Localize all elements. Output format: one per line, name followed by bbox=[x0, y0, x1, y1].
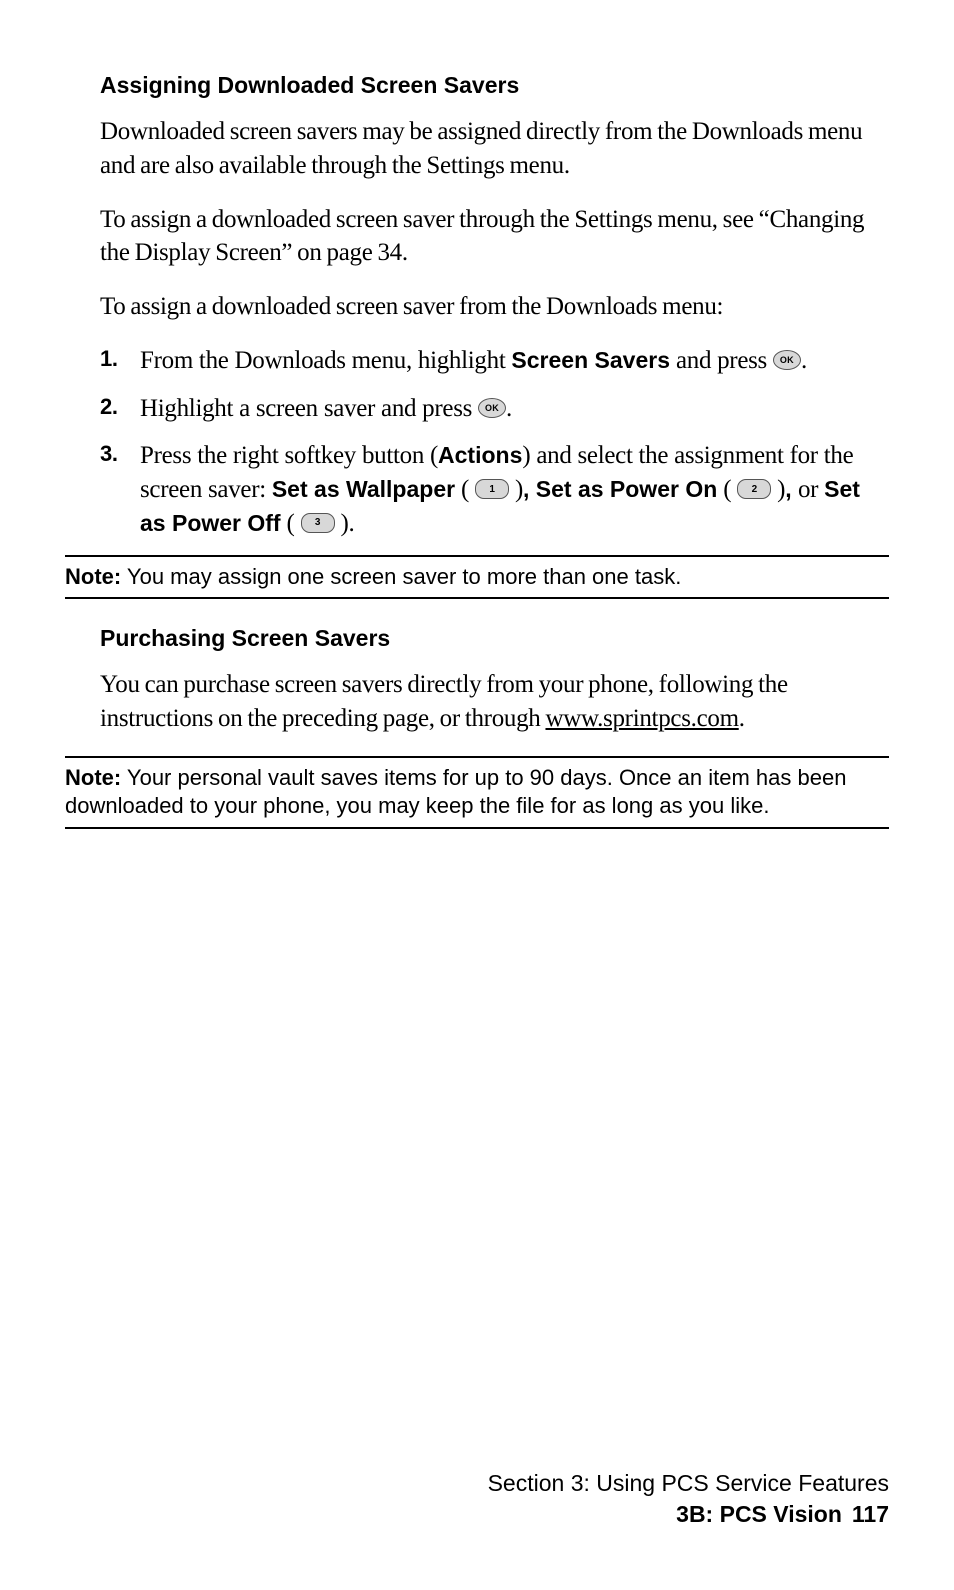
punct: , bbox=[523, 476, 536, 502]
page-number: 117 bbox=[852, 1501, 889, 1527]
step-text: . bbox=[349, 510, 355, 537]
punct: , bbox=[785, 476, 798, 502]
step-text: Press the right softkey button ( bbox=[140, 442, 438, 469]
step-text: ) bbox=[509, 476, 523, 503]
menu-item: Screen Savers bbox=[511, 347, 670, 373]
note-label: Note: bbox=[65, 564, 121, 589]
paragraph: Downloaded screen savers may be assigned… bbox=[100, 115, 889, 183]
note-text: You may assign one screen saver to more … bbox=[121, 564, 681, 589]
step-text: ( bbox=[717, 476, 737, 503]
step-3: 3. Press the right softkey button (Actio… bbox=[100, 439, 889, 540]
paragraph: You can purchase screen savers directly … bbox=[100, 668, 889, 736]
paragraph: To assign a downloaded screen saver from… bbox=[100, 290, 889, 324]
step-text: From the Downloads menu, highlight bbox=[140, 347, 511, 374]
heading-assigning: Assigning Downloaded Screen Savers bbox=[100, 70, 889, 101]
content: Assigning Downloaded Screen Savers Downl… bbox=[65, 70, 889, 829]
step-2: 2. Highlight a screen saver and press OK… bbox=[100, 392, 889, 426]
paragraph-text: . bbox=[739, 705, 745, 732]
option-label: Set as Power On bbox=[536, 476, 718, 502]
ok-key-icon: OK bbox=[478, 398, 506, 418]
ok-key-icon: OK bbox=[773, 350, 801, 370]
softkey-label: Actions bbox=[438, 442, 522, 468]
step-number: 3. bbox=[100, 439, 118, 469]
num-1-key-icon: 1 bbox=[475, 479, 509, 499]
footer-subsection: 3B: PCS Vision 117 bbox=[488, 1499, 889, 1530]
step-1: 1. From the Downloads menu, highlight Sc… bbox=[100, 344, 889, 378]
num-2-key-icon: 2 bbox=[737, 479, 771, 499]
step-text: Highlight a screen saver and press bbox=[140, 395, 478, 422]
step-text: ( bbox=[281, 510, 301, 537]
note-box: Note: You may assign one screen saver to… bbox=[65, 555, 889, 600]
page: Assigning Downloaded Screen Savers Downl… bbox=[0, 0, 954, 1590]
step-text: or bbox=[798, 476, 824, 503]
num-3-key-icon: 3 bbox=[301, 513, 335, 533]
step-text: ( bbox=[455, 476, 475, 503]
steps-list: 1. From the Downloads menu, highlight Sc… bbox=[100, 344, 889, 541]
note-label: Note: bbox=[65, 765, 121, 790]
note-box: Note: Your personal vault saves items fo… bbox=[65, 756, 889, 829]
footer-section: Section 3: Using PCS Service Features bbox=[488, 1468, 889, 1499]
step-text: . bbox=[801, 347, 807, 374]
url-link[interactable]: www.sprintpcs.com bbox=[545, 705, 738, 732]
step-text: ) bbox=[771, 476, 785, 503]
step-text: and press bbox=[670, 347, 773, 374]
step-number: 2. bbox=[100, 392, 118, 422]
paragraph: To assign a downloaded screen saver thro… bbox=[100, 203, 889, 271]
step-text: ) bbox=[335, 510, 349, 537]
note-text: Your personal vault saves items for up t… bbox=[65, 765, 846, 819]
footer-subsection-label: 3B: PCS Vision bbox=[676, 1501, 842, 1527]
step-text: . bbox=[506, 395, 512, 422]
step-number: 1. bbox=[100, 344, 118, 374]
option-label: Set as Wallpaper bbox=[272, 476, 455, 502]
heading-purchasing: Purchasing Screen Savers bbox=[100, 623, 889, 654]
page-footer: Section 3: Using PCS Service Features 3B… bbox=[488, 1468, 889, 1530]
